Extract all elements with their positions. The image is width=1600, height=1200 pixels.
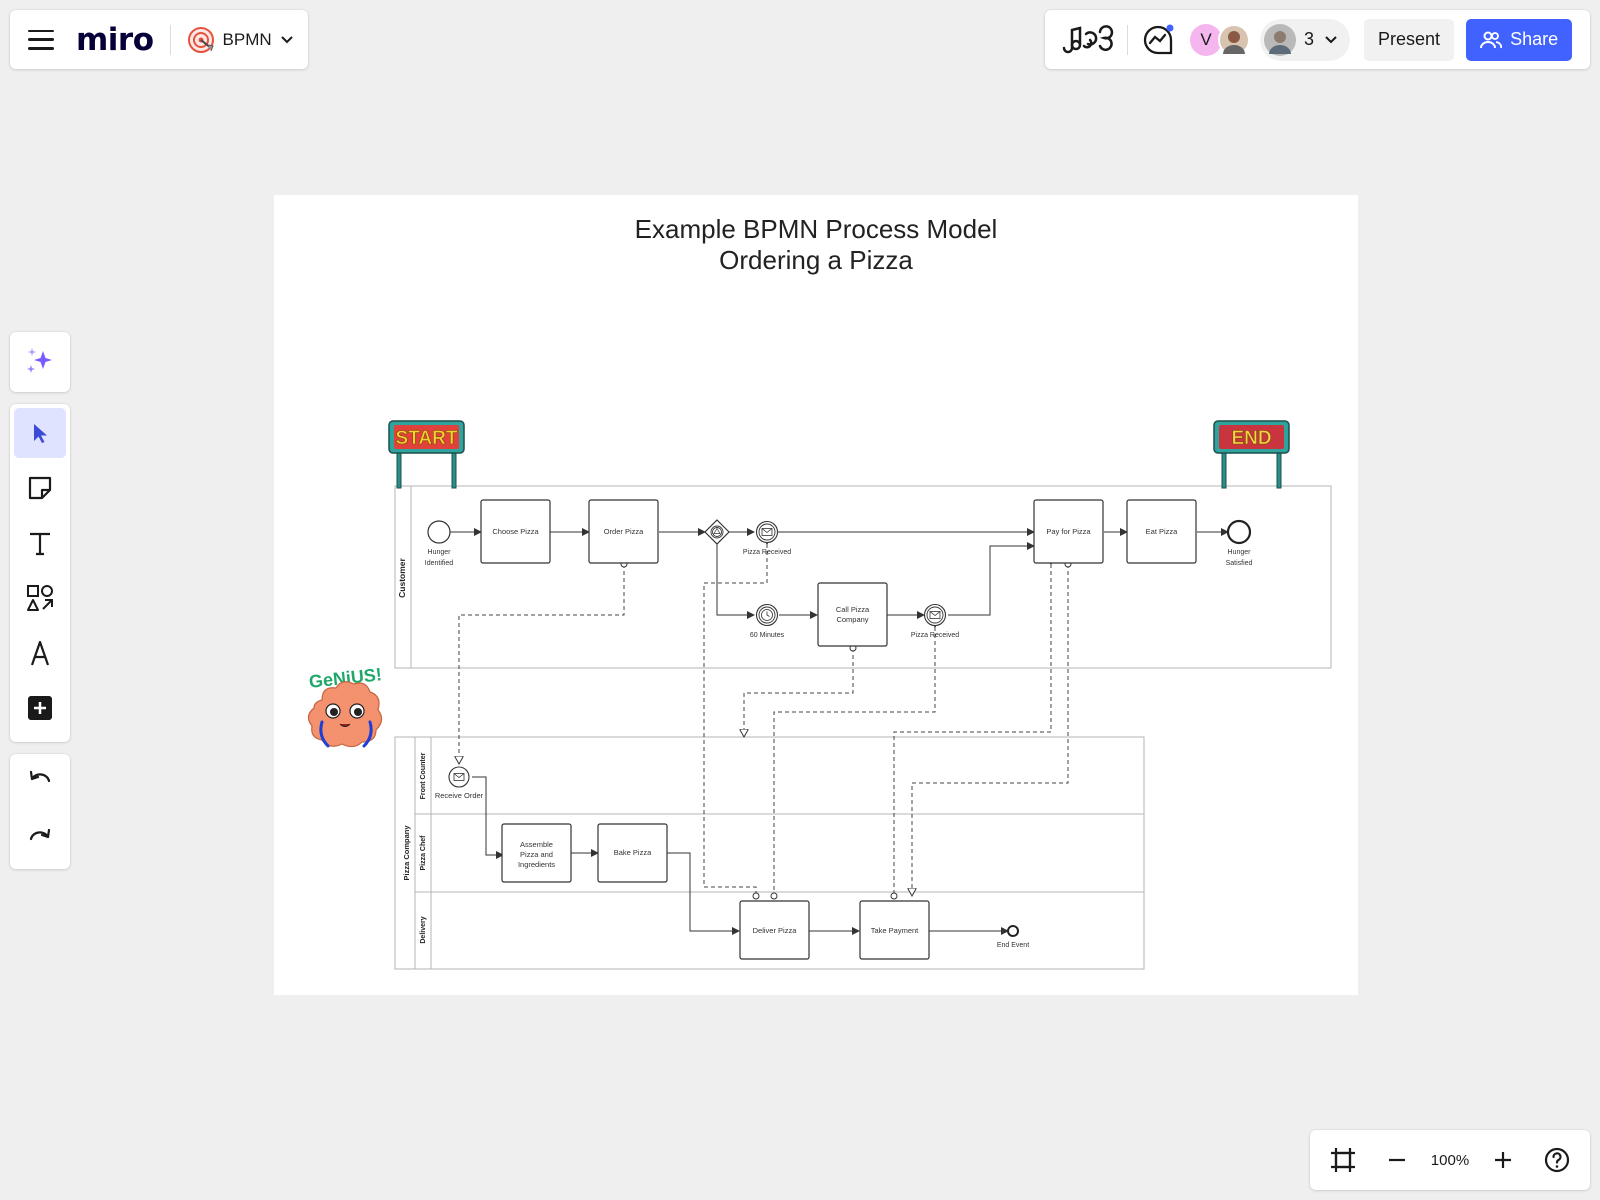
task-pay-for-pizza[interactable]: Pay for Pizza (1033, 499, 1104, 564)
task-label: Order Pizza (604, 527, 644, 536)
pool-label-pizza-company: Pizza Company (402, 825, 411, 881)
end-sign[interactable]: END (1213, 420, 1290, 489)
event-label: Identified (425, 560, 454, 567)
lane-label-front-counter: Front Counter (420, 752, 427, 799)
task-order-pizza[interactable]: Order Pizza (588, 499, 659, 564)
task-label: Bake Pizza (614, 848, 652, 857)
bpmn-diagram: Customer Pizza Company Front Counter Piz… (307, 420, 1332, 970)
event-label: End Event (997, 942, 1029, 949)
task-label: Pay for Pizza (1046, 527, 1091, 536)
lane-label-delivery: Delivery (420, 916, 427, 943)
lane-label-pizza-chef: Pizza Chef (420, 835, 427, 871)
event-label: 60 Minutes (750, 632, 785, 639)
task-deliver-pizza[interactable]: Deliver Pizza (739, 900, 810, 960)
genius-sticker[interactable]: GeNiUS! (307, 664, 383, 748)
task-label: Choose Pizza (492, 527, 539, 536)
task-label: Deliver Pizza (753, 926, 798, 935)
event-label: Satisfied (1226, 560, 1253, 567)
pool-label-customer: Customer (397, 557, 407, 597)
task-label: Call Pizza (836, 605, 870, 614)
task-take-payment[interactable]: Take Payment (859, 900, 930, 960)
start-sign[interactable]: START (388, 420, 465, 489)
event-label: Pizza Received (743, 549, 791, 556)
start-sign-label: START (396, 428, 458, 449)
event-label: Hunger (428, 549, 452, 556)
task-bake-pizza[interactable]: Bake Pizza (597, 823, 668, 883)
event-label: Receive Order (435, 791, 484, 800)
task-eat-pizza[interactable]: Eat Pizza (1126, 499, 1197, 564)
task-label: Company (836, 615, 868, 624)
task-label: Eat Pizza (1146, 527, 1179, 536)
task-assemble-pizza[interactable]: Assemble Pizza and Ingredients (501, 823, 572, 883)
task-label: Ingredients (518, 860, 555, 869)
task-call-pizza-company[interactable]: Call Pizza Company (817, 582, 888, 647)
task-label: Take Payment (871, 926, 919, 935)
task-label: Pizza and (520, 850, 553, 859)
event-label: Hunger (1228, 549, 1252, 556)
task-label: Assemble (520, 840, 553, 849)
event-label: Pizza Received (911, 632, 959, 639)
task-choose-pizza[interactable]: Choose Pizza (480, 499, 551, 564)
end-sign-label: END (1231, 428, 1271, 449)
